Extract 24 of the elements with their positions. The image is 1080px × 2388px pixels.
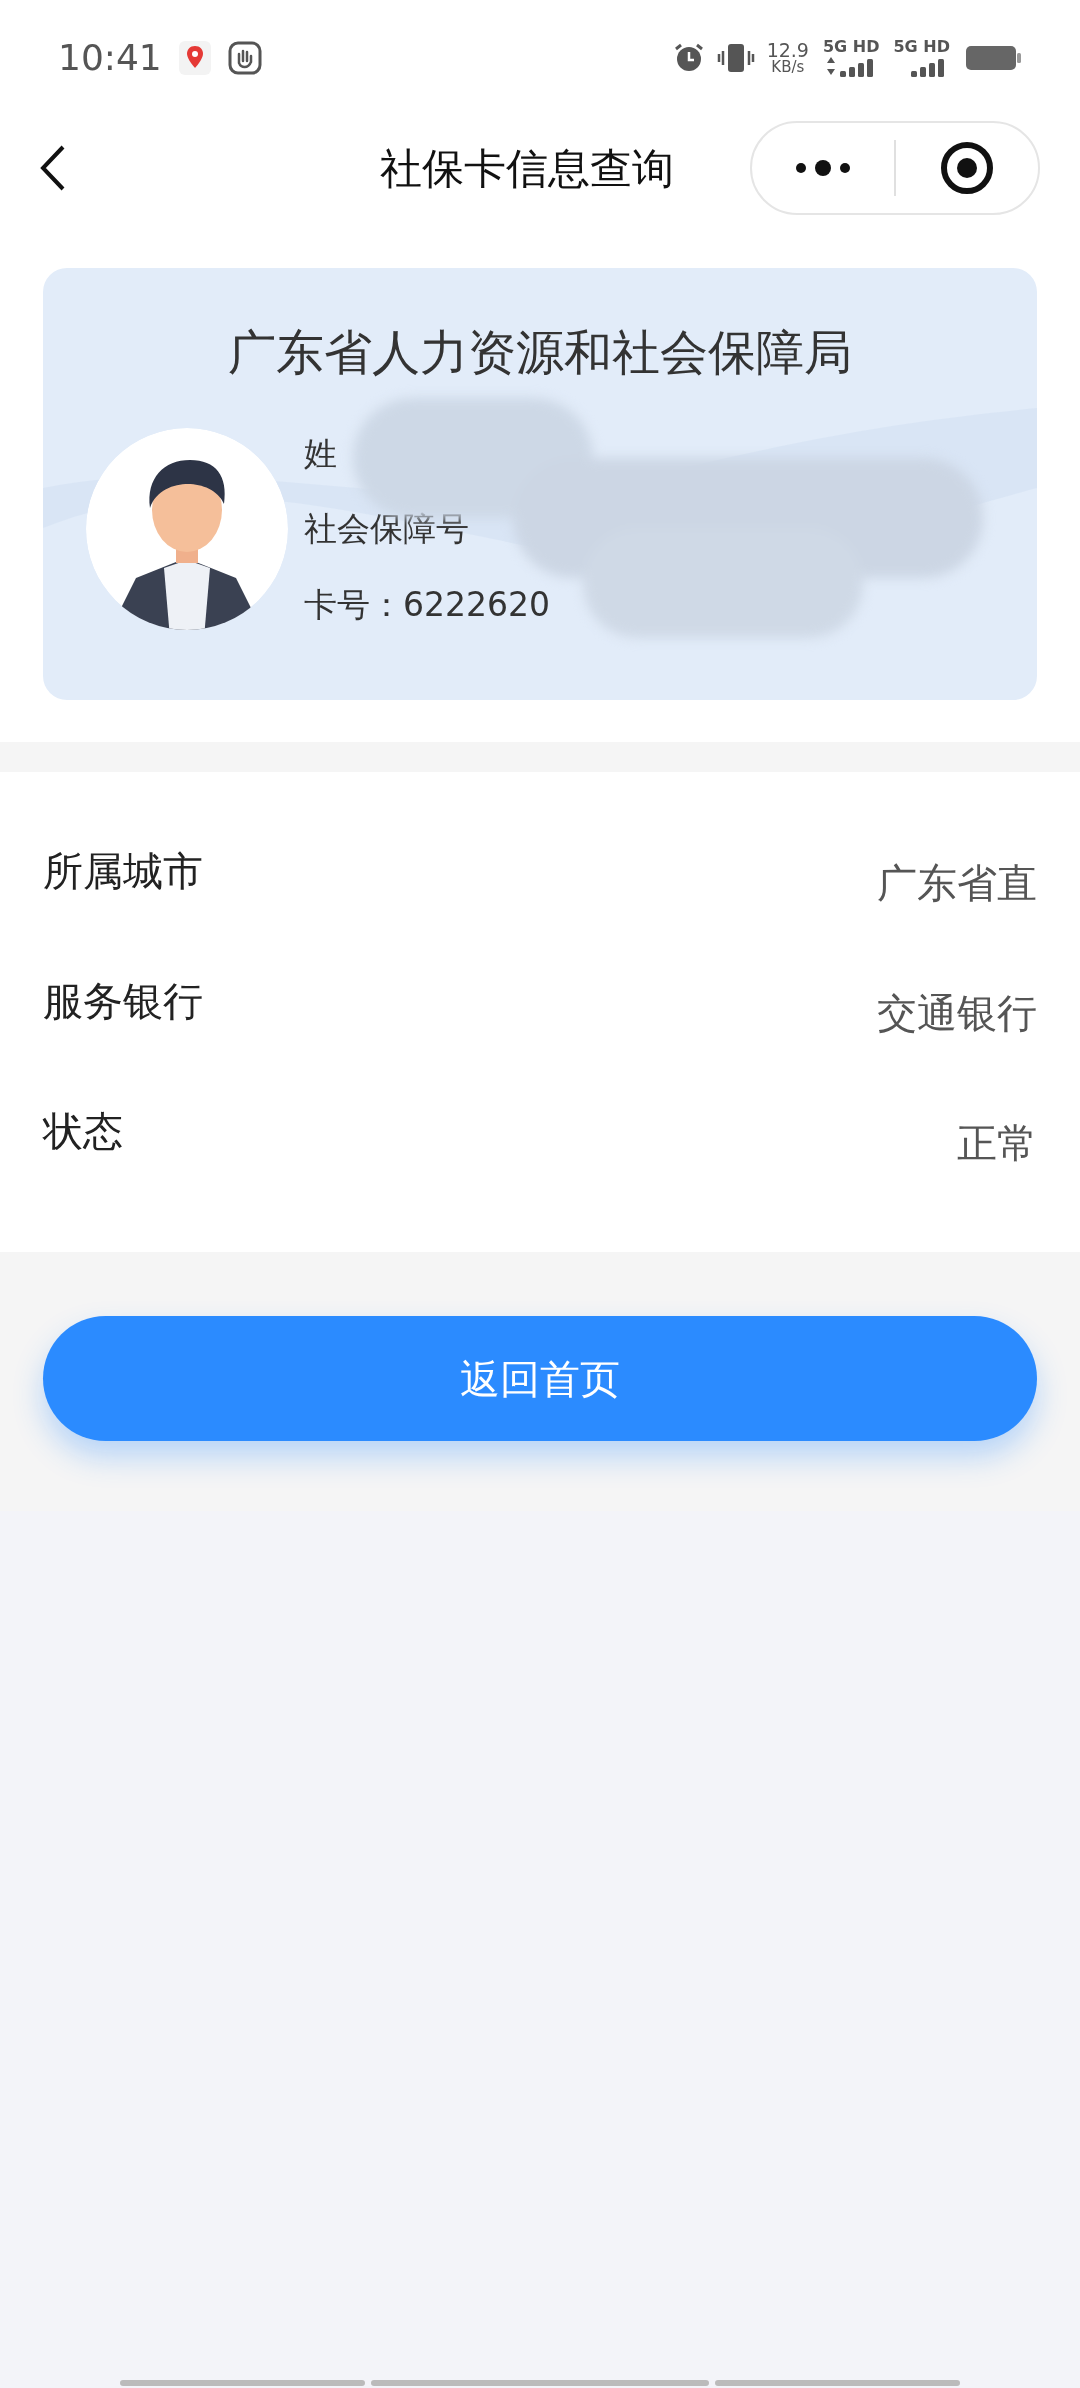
network-speed-unit: KB/s bbox=[771, 60, 805, 75]
detail-label: 所属城市 bbox=[43, 847, 203, 896]
card-info-line: 社会保障号 bbox=[304, 508, 470, 551]
vibrate-icon bbox=[716, 42, 755, 74]
target-icon bbox=[940, 141, 994, 195]
network-speed: 12.9 bbox=[766, 41, 809, 60]
network-type: 5G HD bbox=[822, 39, 880, 55]
more-icon bbox=[793, 160, 853, 176]
card-issuer: 广东省人力资源和社会保障局 bbox=[227, 323, 853, 382]
battery-icon bbox=[966, 44, 1022, 72]
card-info-line: 姓 bbox=[304, 432, 338, 475]
network-type: 5G HD bbox=[893, 39, 950, 55]
page-title: 社保卡信息查询 bbox=[380, 142, 674, 195]
detail-label: 状态 bbox=[43, 1107, 123, 1156]
detail-value: 广东省直 bbox=[877, 859, 1037, 908]
detail-value: 正常 bbox=[957, 1119, 1037, 1168]
map-pin-icon bbox=[177, 40, 212, 76]
alarm-icon bbox=[672, 42, 705, 74]
status-time: 10:41 bbox=[58, 36, 162, 80]
detail-label: 服务银行 bbox=[43, 977, 203, 1026]
hand-icon bbox=[227, 41, 262, 75]
home-button[interactable]: 返回首页 bbox=[43, 1316, 1037, 1441]
detail-value: 交通银行 bbox=[877, 989, 1037, 1038]
card-info-line: 卡号：6222620 bbox=[304, 583, 550, 626]
